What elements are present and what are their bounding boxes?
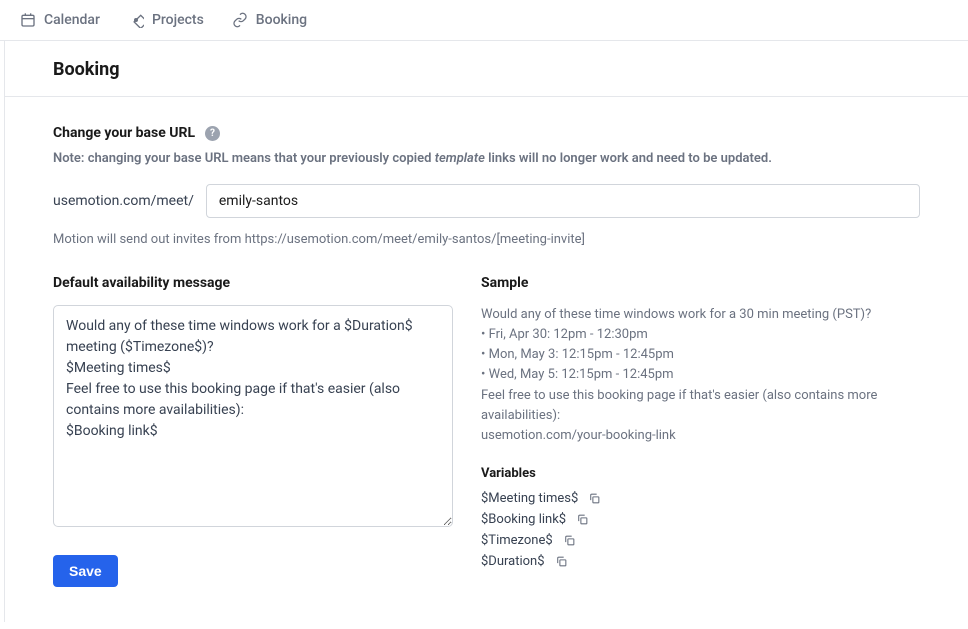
- invite-note: Motion will send out invites from https:…: [53, 232, 920, 247]
- nav-projects-label: Projects: [152, 12, 204, 28]
- variables-heading: Variables: [481, 466, 920, 481]
- variable-meeting-times: $Meeting times$: [481, 491, 920, 506]
- variable-label: $Timezone$: [481, 533, 553, 548]
- url-prefix: usemotion.com/meet/: [53, 193, 194, 209]
- help-icon[interactable]: ?: [205, 126, 220, 141]
- nav-booking-label: Booking: [256, 12, 307, 28]
- calendar-icon: [20, 12, 36, 28]
- nav-projects[interactable]: Projects: [128, 12, 204, 28]
- base-url-note: Note: changing your base URL means that …: [53, 151, 920, 166]
- nav-calendar-label: Calendar: [44, 12, 100, 28]
- copy-icon[interactable]: [555, 555, 568, 568]
- copy-icon[interactable]: [563, 534, 576, 547]
- nav-booking[interactable]: Booking: [232, 12, 307, 28]
- projects-icon: [128, 12, 144, 28]
- base-url-heading: Change your base URL ?: [53, 125, 920, 141]
- availability-message-textarea[interactable]: [53, 305, 453, 527]
- variable-label: $Duration$: [481, 554, 545, 569]
- note-after: links will no longer work and need to be…: [485, 151, 772, 166]
- sample-heading: Sample: [481, 275, 920, 291]
- nav-calendar[interactable]: Calendar: [20, 12, 100, 28]
- main-content: Booking Change your base URL ? Note: cha…: [4, 41, 968, 622]
- sample-text: Would any of these time windows work for…: [481, 305, 920, 446]
- page-title-wrap: Booking: [5, 41, 968, 97]
- copy-icon[interactable]: [576, 513, 589, 526]
- link-icon: [232, 12, 248, 28]
- note-before: Note: changing your base URL means that …: [53, 151, 435, 166]
- base-url-input[interactable]: [206, 184, 920, 218]
- message-heading: Default availability message: [53, 275, 453, 291]
- variable-duration: $Duration$: [481, 554, 920, 569]
- base-url-heading-text: Change your base URL: [53, 125, 195, 141]
- save-button[interactable]: Save: [53, 555, 118, 587]
- page-title: Booking: [53, 59, 920, 80]
- variable-booking-link: $Booking link$: [481, 512, 920, 527]
- variable-timezone: $Timezone$: [481, 533, 920, 548]
- copy-icon[interactable]: [588, 492, 601, 505]
- variable-label: $Meeting times$: [481, 491, 578, 506]
- variable-label: $Booking link$: [481, 512, 566, 527]
- note-em: template: [435, 151, 485, 166]
- base-url-row: usemotion.com/meet/: [53, 184, 920, 218]
- top-nav: Calendar Projects Booking: [0, 0, 968, 41]
